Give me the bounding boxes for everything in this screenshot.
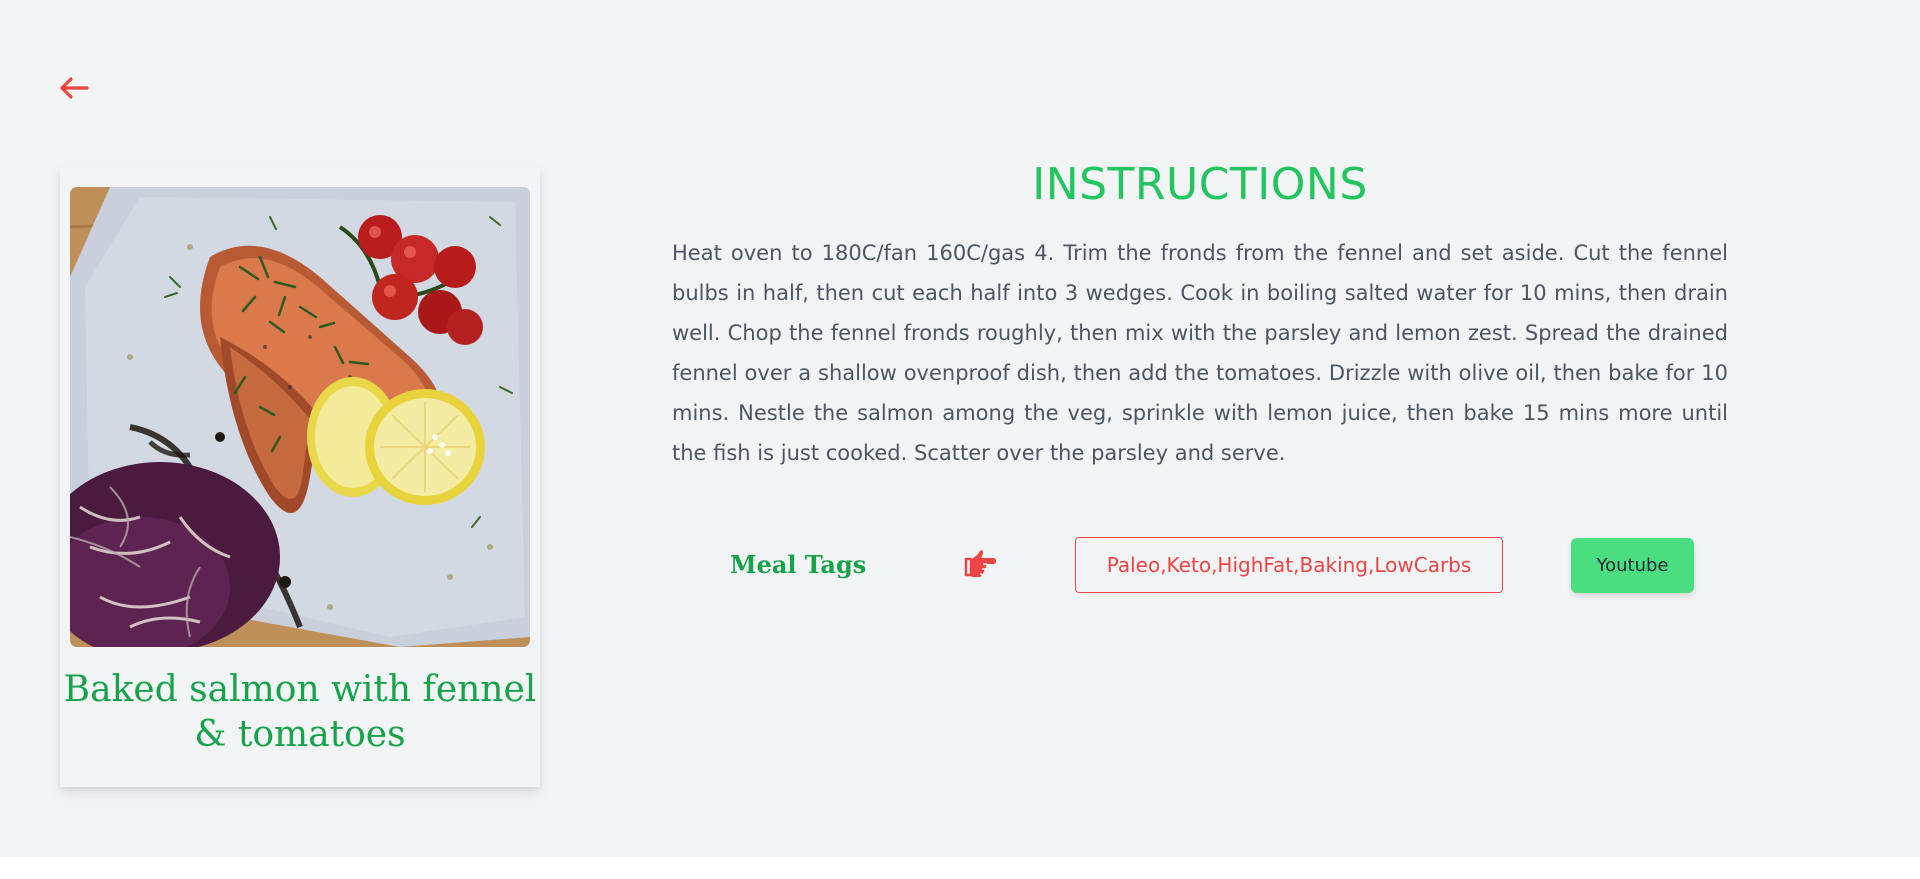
meal-tags-label: Meal Tags xyxy=(730,550,867,579)
recipe-image xyxy=(70,187,530,647)
hand-pointing-right-icon xyxy=(963,547,997,581)
recipe-title: Baked salmon with fennel & tomatoes xyxy=(63,669,537,755)
back-button[interactable] xyxy=(58,72,90,104)
meal-tags-row: Meal Tags Paleo,Keto,HighFat,Baking,LowC… xyxy=(672,537,1728,595)
youtube-button[interactable]: Youtube xyxy=(1571,538,1694,593)
instructions-text: Heat oven to 180C/fan 160C/gas 4. Trim t… xyxy=(672,241,1728,465)
arrow-left-icon xyxy=(60,77,89,99)
salmon-dish-photo xyxy=(70,187,530,647)
recipe-card: Baked salmon with fennel & tomatoes xyxy=(60,167,540,787)
recipe-page: Baked salmon with fennel & tomatoes INST… xyxy=(0,0,1920,857)
meal-tags-value: Paleo,Keto,HighFat,Baking,LowCarbs xyxy=(1075,537,1503,593)
instructions-heading: INSTRUCTIONS xyxy=(1032,159,1368,210)
